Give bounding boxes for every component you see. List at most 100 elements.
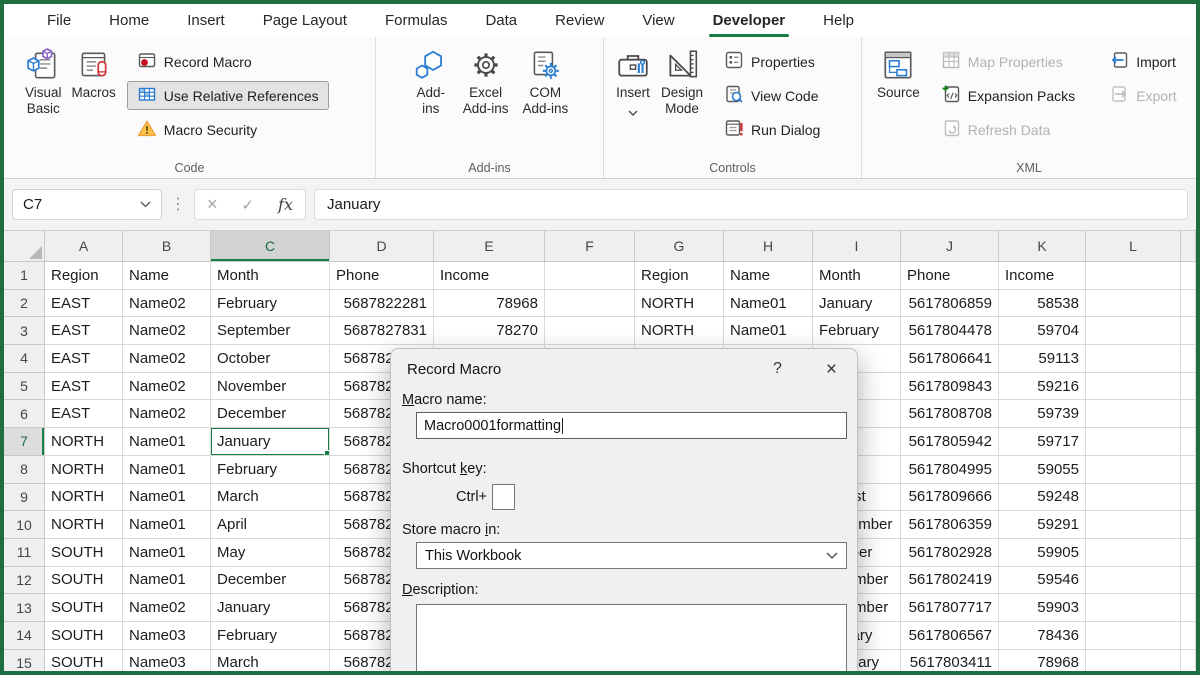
column-header-D[interactable]: D [330, 231, 434, 262]
cell-J5[interactable]: 5617809843 [901, 372, 999, 401]
macro-name-input[interactable]: Macro0001formatting [416, 412, 847, 439]
cell-J4[interactable]: 5617806641 [901, 345, 999, 373]
column-header-partial[interactable] [1181, 231, 1196, 262]
cell-I1[interactable]: Month [813, 262, 901, 290]
cell-A1[interactable]: Region [45, 262, 123, 290]
cell-A11[interactable]: SOUTH [45, 538, 123, 567]
cell-B2[interactable]: Name02 [123, 289, 211, 318]
cell-J12[interactable]: 5617802419 [901, 566, 999, 595]
cell-J6[interactable]: 5617808708 [901, 400, 999, 429]
column-header-F[interactable]: F [545, 231, 635, 262]
cell-M7[interactable] [1181, 428, 1196, 456]
cell-H2[interactable]: Name01 [724, 289, 813, 318]
design-mode-button[interactable]: Design Mode [656, 42, 708, 119]
select-all-corner[interactable] [4, 231, 45, 262]
cell-L12[interactable] [1086, 566, 1181, 595]
cell-J11[interactable]: 5617802928 [901, 538, 999, 567]
cell-C2[interactable]: February [211, 289, 330, 318]
row-header-5[interactable]: 5 [4, 372, 45, 401]
cell-L1[interactable] [1086, 262, 1181, 290]
add-ins-button[interactable]: Add-ins [408, 42, 454, 119]
insert-function-icon[interactable]: fx [278, 195, 293, 214]
formula-input[interactable]: January [314, 189, 1188, 220]
column-header-I[interactable]: I [813, 231, 901, 262]
cell-L10[interactable] [1086, 511, 1181, 539]
column-header-A[interactable]: A [45, 231, 123, 262]
cell-A12[interactable]: SOUTH [45, 566, 123, 595]
cell-K8[interactable]: 59055 [999, 455, 1086, 484]
cell-K7[interactable]: 59717 [999, 428, 1086, 456]
cell-K4[interactable]: 59113 [999, 345, 1086, 373]
cell-C4[interactable]: October [211, 345, 330, 373]
description-input[interactable] [416, 604, 847, 671]
column-header-C[interactable]: C [211, 231, 330, 262]
cell-C15[interactable]: March [211, 649, 330, 671]
cell-M1[interactable] [1181, 262, 1196, 290]
cell-C10[interactable]: April [211, 511, 330, 539]
cell-I3[interactable]: February [813, 317, 901, 346]
macros-button[interactable]: Macros [67, 42, 121, 104]
row-header-2[interactable]: 2 [4, 289, 45, 318]
shortcut-key-input[interactable] [492, 484, 516, 510]
cell-C14[interactable]: February [211, 621, 330, 650]
tab-data[interactable]: Data [466, 4, 536, 37]
row-header-15[interactable]: 15 [4, 649, 45, 671]
visual-basic-button[interactable]: Visual Basic [20, 42, 67, 119]
name-box[interactable]: C7 [12, 189, 162, 220]
cell-B7[interactable]: Name01 [123, 428, 211, 456]
cell-B1[interactable]: Name [123, 262, 211, 290]
cell-C11[interactable]: May [211, 538, 330, 567]
close-icon[interactable]: × [826, 360, 837, 379]
record-macro-button[interactable]: Record Macro [127, 47, 329, 76]
cell-M3[interactable] [1181, 317, 1196, 346]
cell-A5[interactable]: EAST [45, 372, 123, 401]
cell-A10[interactable]: NORTH [45, 511, 123, 539]
cell-J3[interactable]: 5617804478 [901, 317, 999, 346]
excel-add-ins-button[interactable]: Excel Add-ins [458, 42, 514, 119]
column-header-B[interactable]: B [123, 231, 211, 262]
tab-home[interactable]: Home [90, 4, 168, 37]
cell-L11[interactable] [1086, 538, 1181, 567]
com-add-ins-button[interactable]: COM Add-ins [518, 42, 574, 119]
cell-L13[interactable] [1086, 594, 1181, 622]
cell-L7[interactable] [1086, 428, 1181, 456]
cell-B6[interactable]: Name02 [123, 400, 211, 429]
cell-M15[interactable] [1181, 649, 1196, 671]
cell-J10[interactable]: 5617806359 [901, 511, 999, 539]
cell-E2[interactable]: 78968 [434, 289, 545, 318]
cell-M8[interactable] [1181, 455, 1196, 484]
cell-G2[interactable]: NORTH [635, 289, 724, 318]
cell-L2[interactable] [1086, 289, 1181, 318]
cell-M5[interactable] [1181, 372, 1196, 401]
cell-J13[interactable]: 5617807717 [901, 594, 999, 622]
cell-J2[interactable]: 5617806859 [901, 289, 999, 318]
cell-A13[interactable]: SOUTH [45, 594, 123, 622]
cell-L6[interactable] [1086, 400, 1181, 429]
cell-A2[interactable]: EAST [45, 289, 123, 318]
column-header-K[interactable]: K [999, 231, 1086, 262]
row-header-14[interactable]: 14 [4, 621, 45, 650]
cell-J14[interactable]: 5617806567 [901, 621, 999, 650]
help-icon[interactable]: ? [773, 360, 782, 378]
cell-J7[interactable]: 5617805942 [901, 428, 999, 456]
cell-L14[interactable] [1086, 621, 1181, 650]
tab-review[interactable]: Review [536, 4, 623, 37]
cell-J8[interactable]: 5617804995 [901, 455, 999, 484]
cell-G1[interactable]: Region [635, 262, 724, 290]
store-macro-in-dropdown[interactable]: This Workbook [416, 542, 847, 569]
cell-C8[interactable]: February [211, 455, 330, 484]
cell-A7[interactable]: NORTH [45, 428, 123, 456]
tab-view[interactable]: View [623, 4, 693, 37]
row-header-3[interactable]: 3 [4, 317, 45, 346]
cell-K11[interactable]: 59905 [999, 538, 1086, 567]
row-header-7[interactable]: 7 [4, 428, 45, 456]
cell-B8[interactable]: Name01 [123, 455, 211, 484]
cell-M6[interactable] [1181, 400, 1196, 429]
run-dialog-button[interactable]: Run Dialog [714, 115, 830, 144]
expansion-packs-button[interactable]: Expansion Packs [931, 81, 1085, 110]
enter-icon[interactable]: ✓ [241, 196, 254, 214]
cell-H3[interactable]: Name01 [724, 317, 813, 346]
column-header-E[interactable]: E [434, 231, 545, 262]
cell-A8[interactable]: NORTH [45, 455, 123, 484]
source-button[interactable]: Source [872, 42, 925, 104]
